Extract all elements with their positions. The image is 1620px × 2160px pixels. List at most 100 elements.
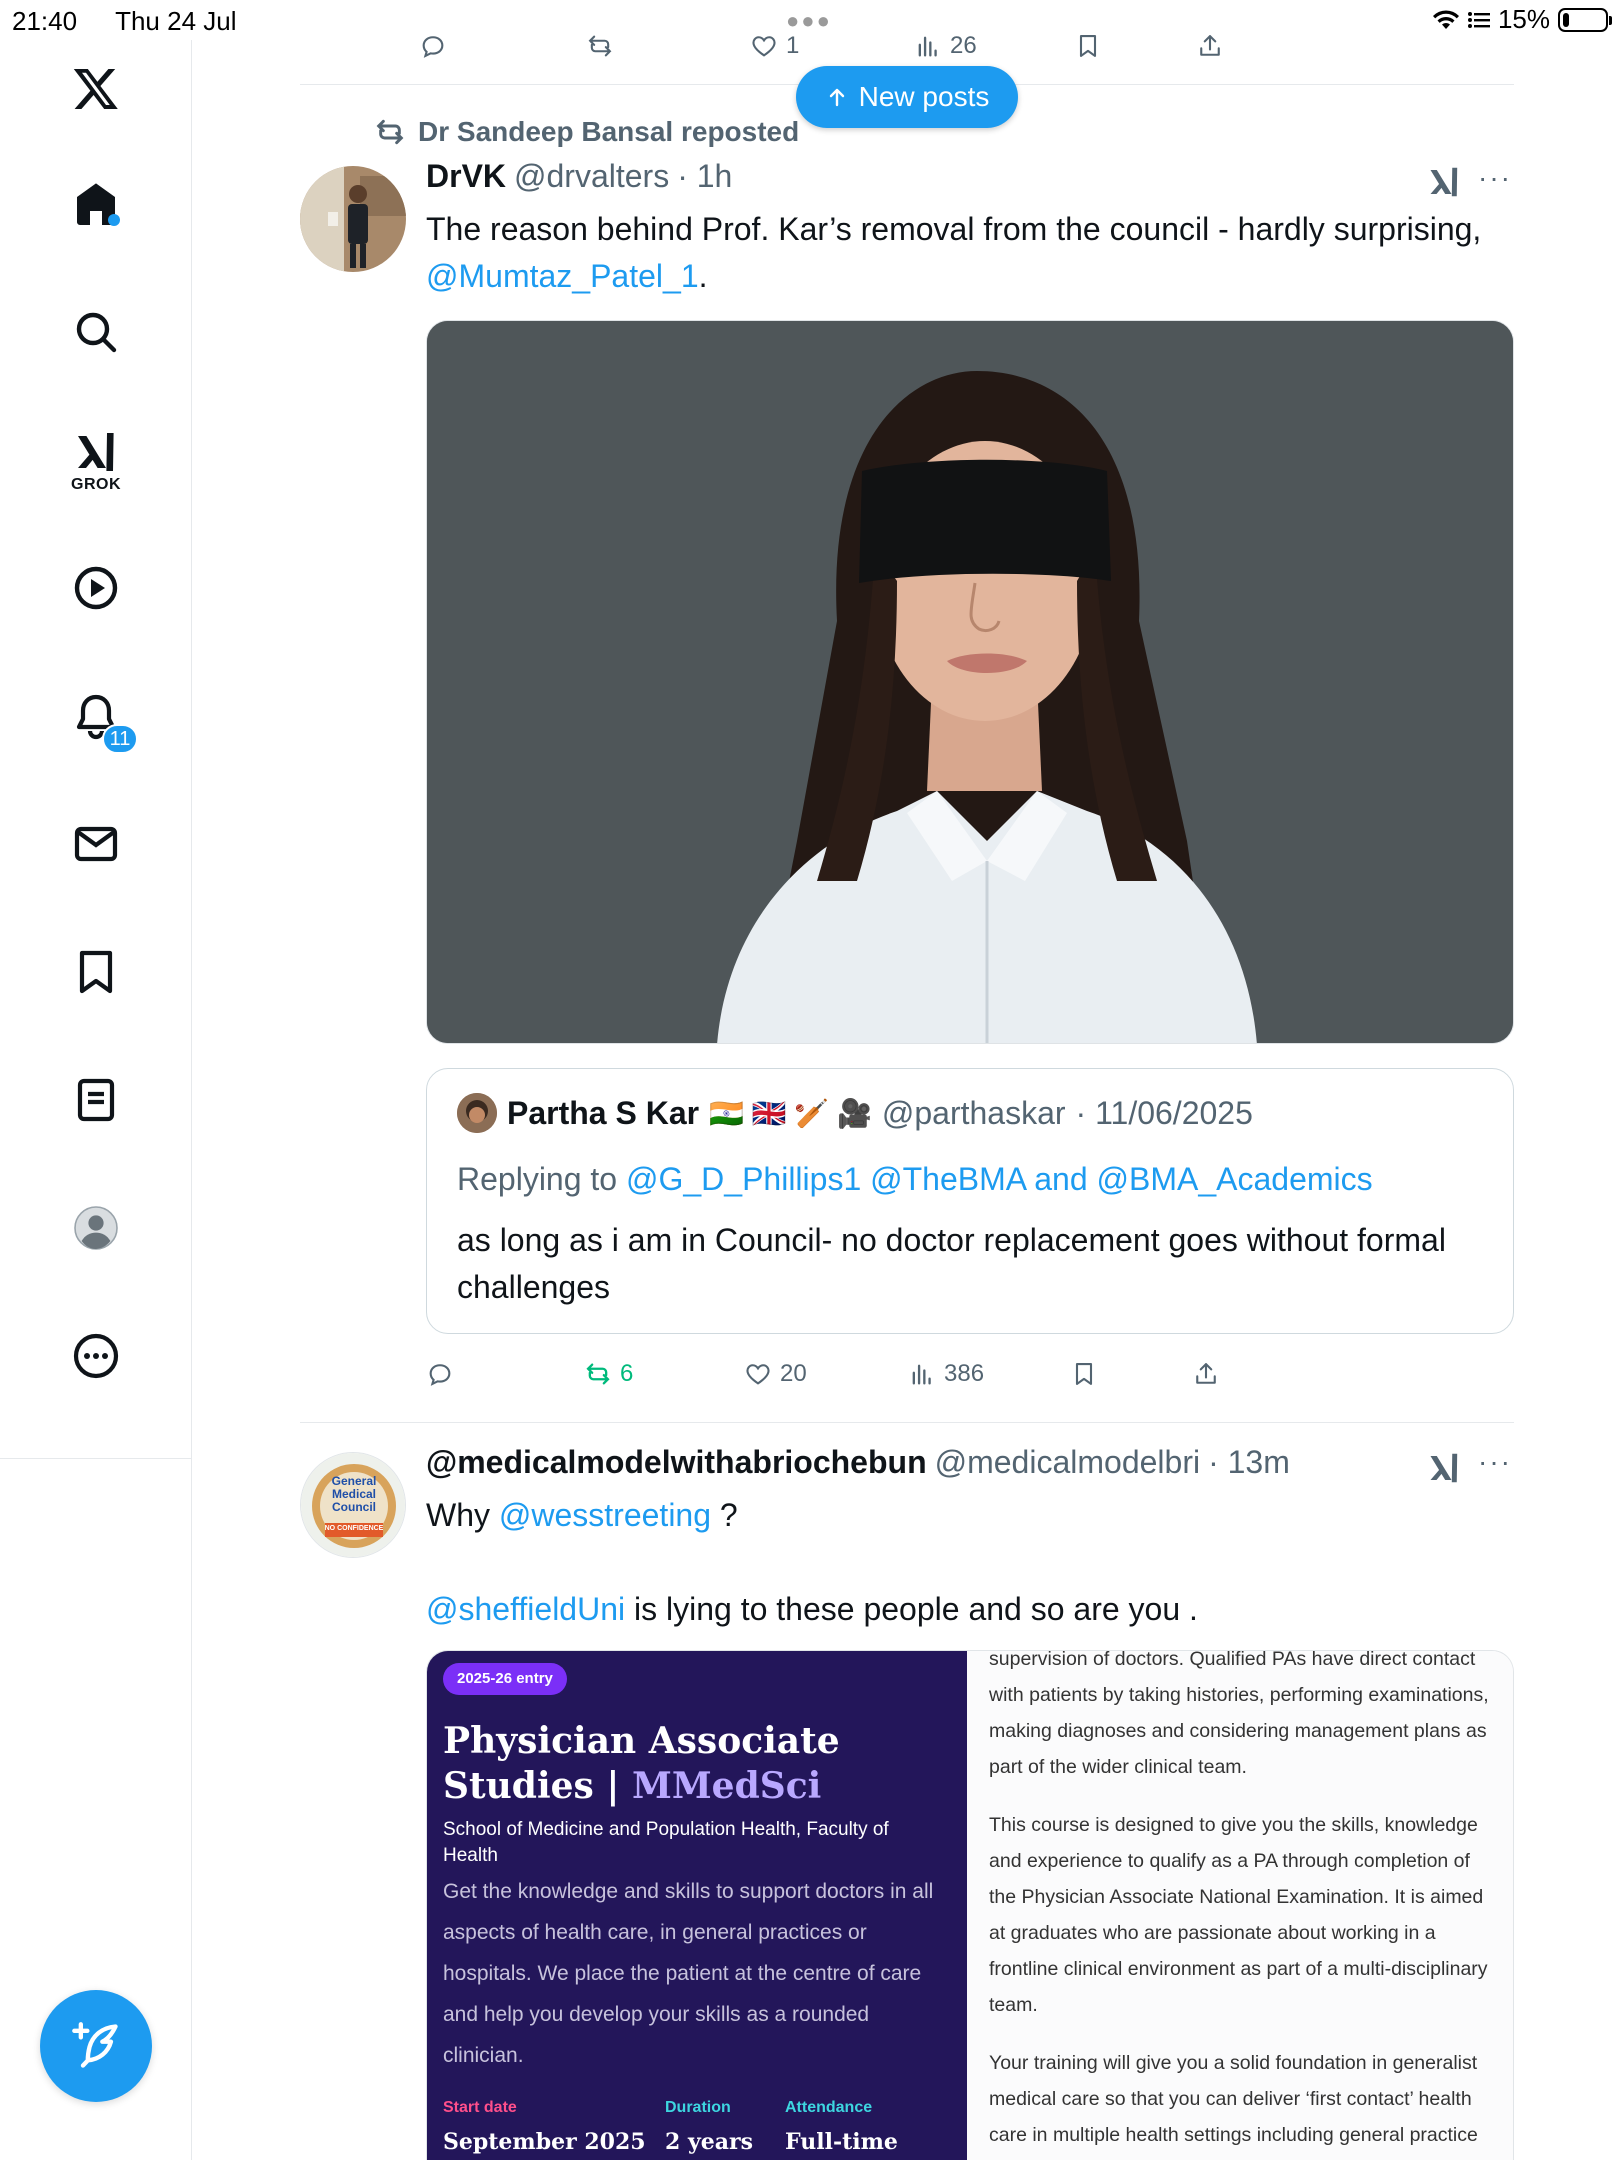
attendance-label: Attendance xyxy=(785,2099,873,2116)
post-text: The reason behind Prof. Kar’s removal fr… xyxy=(426,206,1516,300)
repost-icon xyxy=(586,1363,610,1385)
repost-button[interactable]: 6 xyxy=(584,1360,633,1388)
quoted-post[interactable]: Partha S Kar 🇮🇳 🇬🇧 🏏 🎥 @parthaskar · 11/… xyxy=(426,1068,1514,1334)
heart-icon xyxy=(746,1364,770,1385)
course-title: Physician Associate Studies | MMedSci xyxy=(443,1719,943,1809)
grok-icon[interactable] xyxy=(1426,164,1462,200)
compose-button[interactable] xyxy=(40,1990,152,2102)
reply-icon xyxy=(429,1364,451,1386)
share-icon xyxy=(1200,35,1220,56)
more-options-icon[interactable]: ··· xyxy=(1478,1446,1512,1478)
reply-button[interactable] xyxy=(419,32,447,60)
mention-link[interactable]: @wesstreeting xyxy=(499,1497,711,1533)
profile-icon xyxy=(74,1206,118,1250)
post-header: DrVK @drvalters · 1h xyxy=(426,158,732,195)
quote-replying-to: Replying to @G_D_Phillips1 @TheBMA and @… xyxy=(457,1161,1373,1198)
course-card-left: 2025-26 entry Physician Associate Studie… xyxy=(427,1651,967,2160)
course-title-accent: MMedSci xyxy=(631,1765,822,1807)
sidebar-nav: GROK 11 xyxy=(0,40,192,2160)
new-posts-button[interactable]: New posts xyxy=(796,66,1018,128)
sidebar-item-lists[interactable] xyxy=(56,1060,136,1140)
quote-display-name[interactable]: Partha S Kar xyxy=(507,1095,699,1132)
views-icon xyxy=(918,36,937,57)
focus-list-icon xyxy=(1467,11,1490,28)
views-count: 26 xyxy=(950,32,977,59)
multitask-dots-icon[interactable]: ●●● xyxy=(786,8,832,34)
course-paragraph-2: This course is designed to give you the … xyxy=(989,1814,1488,2016)
bookmark-icon xyxy=(1075,1363,1093,1385)
avatar[interactable] xyxy=(300,166,406,272)
mention-link[interactable]: @Mumtaz_Patel_1 xyxy=(426,258,699,294)
repost-icon xyxy=(588,35,612,57)
quote-avatar[interactable] xyxy=(457,1093,497,1133)
bookmark-icon xyxy=(79,950,113,994)
handle[interactable]: @medicalmodelbri xyxy=(935,1444,1200,1481)
share-icon xyxy=(1196,1363,1216,1384)
sidebar-item-profile[interactable] xyxy=(56,1188,136,1268)
repost-icon xyxy=(376,119,404,145)
course-paragraph-1: supervision of doctors. Qualified PAs ha… xyxy=(989,1650,1489,1778)
handle[interactable]: @drvalters xyxy=(514,158,669,195)
sidebar-item-bookmarks[interactable] xyxy=(56,932,136,1012)
like-button[interactable]: 20 xyxy=(744,1360,807,1388)
mail-icon xyxy=(74,826,118,862)
status-bar: 21:40 Thu 24 Jul ●●● 15% xyxy=(0,0,1620,40)
post-image[interactable]: 2025-26 entry Physician Associate Studie… xyxy=(426,1650,1514,2160)
more-icon xyxy=(73,1333,119,1379)
more-options-icon[interactable]: ··· xyxy=(1478,162,1512,194)
replying-handles[interactable]: @G_D_Phillips1 @TheBMA and @BMA_Academic… xyxy=(626,1161,1373,1197)
sidebar-item-videos[interactable] xyxy=(56,548,136,628)
quote-header: Partha S Kar 🇮🇳 🇬🇧 🏏 🎥 @parthaskar · 11/… xyxy=(457,1093,1253,1133)
reply-icon xyxy=(422,36,444,58)
quote-handle[interactable]: @parthaskar xyxy=(882,1095,1066,1132)
views-button[interactable]: 26 xyxy=(914,32,977,60)
sidebar-item-more[interactable] xyxy=(56,1316,136,1396)
repost-count: 6 xyxy=(620,1360,634,1387)
replying-prefix: Replying to xyxy=(457,1161,626,1197)
battery-fill xyxy=(1563,12,1569,27)
like-count: 20 xyxy=(780,1360,807,1387)
like-count: 1 xyxy=(786,32,800,59)
avatar-gmc-subtext: NO CONFIDENCE xyxy=(324,1525,384,1532)
avatar[interactable]: General Medical Council NO CONFIDENCE xyxy=(300,1452,406,1558)
mention-link[interactable]: @sheffieldUni xyxy=(426,1591,625,1627)
sidebar-item-messages[interactable] xyxy=(56,804,136,884)
repost-button[interactable] xyxy=(586,32,614,60)
post-text-body: is lying to these people and so are you … xyxy=(625,1591,1198,1627)
sidebar-item-home[interactable] xyxy=(56,164,136,244)
start-date-value: September 2025 xyxy=(443,2129,646,2155)
course-card-right: supervision of doctors. Qualified PAs ha… xyxy=(967,1650,1513,2160)
share-button[interactable] xyxy=(1192,1360,1220,1388)
bookmark-button[interactable] xyxy=(1074,32,1102,60)
sidebar-divider xyxy=(0,1458,192,1459)
reply-button[interactable] xyxy=(426,1360,454,1388)
bookmark-button[interactable] xyxy=(1070,1360,1098,1388)
post-text-line2: @sheffieldUni is lying to these people a… xyxy=(426,1586,1516,1633)
x-logo-icon[interactable] xyxy=(56,48,136,128)
arrow-up-icon xyxy=(829,88,844,107)
play-icon xyxy=(74,566,118,610)
wifi-icon xyxy=(1432,9,1459,29)
share-button[interactable] xyxy=(1196,32,1224,60)
grok-label: GROK xyxy=(71,476,121,493)
battery-percent: 15% xyxy=(1497,4,1550,34)
course-school: School of Medicine and Population Health… xyxy=(443,1819,889,1866)
display-name[interactable]: DrVK xyxy=(426,158,506,195)
timestamp[interactable]: · 13m xyxy=(1208,1444,1290,1481)
post-image[interactable] xyxy=(426,320,1514,1044)
like-button[interactable]: 1 xyxy=(750,32,799,60)
heart-icon xyxy=(752,36,776,57)
post-header: @medicalmodelwithabriochebun @medicalmod… xyxy=(426,1444,1290,1481)
start-date-label: Start date xyxy=(443,2099,517,2116)
display-name[interactable]: @medicalmodelwithabriochebun xyxy=(426,1444,927,1481)
course-description: Get the knowledge and skills to support … xyxy=(443,1880,934,2067)
sidebar-item-search[interactable] xyxy=(56,292,136,372)
post-text-question: ? xyxy=(711,1497,738,1533)
quote-date: · 11/06/2025 xyxy=(1075,1094,1253,1131)
timestamp[interactable]: · 1h xyxy=(677,158,732,195)
grok-icon[interactable] xyxy=(1426,1450,1462,1486)
views-button[interactable]: 386 xyxy=(908,1360,984,1388)
repost-by: Dr Sandeep Bansal reposted xyxy=(418,116,800,147)
entry-pill: 2025-26 entry xyxy=(443,1663,567,1695)
bookmark-icon xyxy=(1079,35,1097,57)
